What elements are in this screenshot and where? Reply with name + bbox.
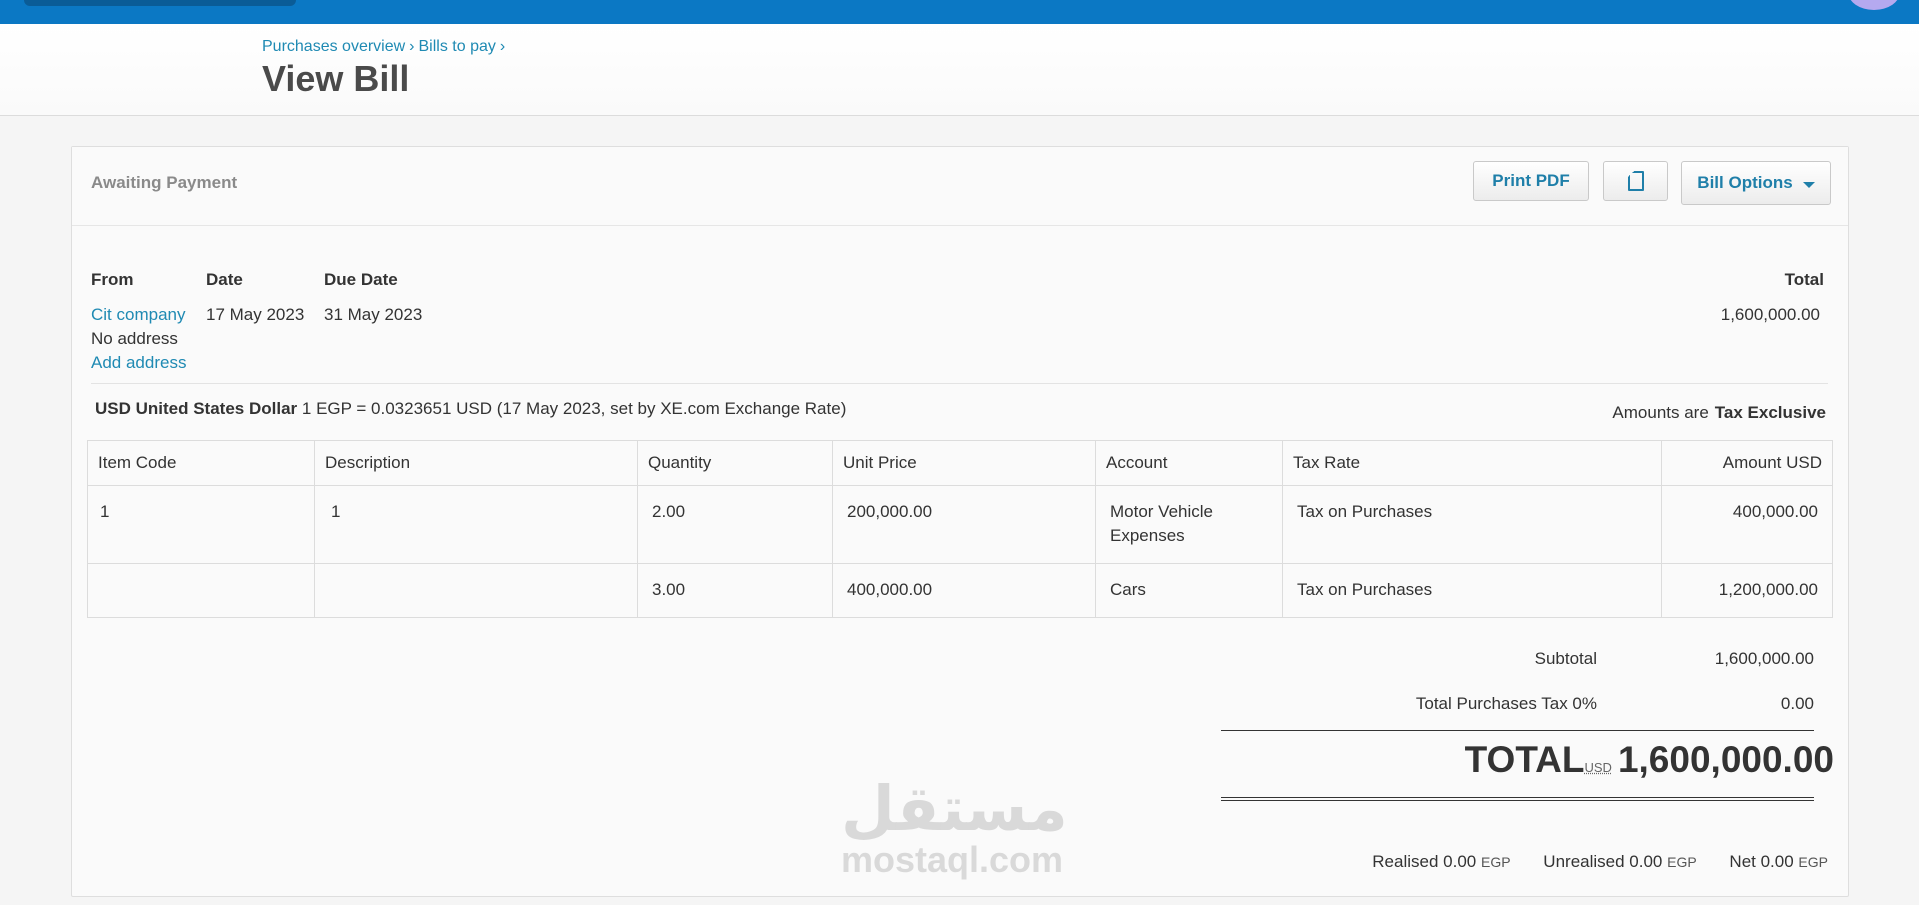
breadcrumb: Purchases overview › Bills to pay ›: [262, 38, 509, 56]
breadcrumb-separator: ›: [499, 38, 506, 55]
due-date-label: Due Date: [324, 270, 398, 289]
search-box[interactable]: [24, 0, 296, 6]
table-header-row: Item Code Description Quantity Unit Pric…: [87, 440, 1833, 486]
unrealised-label: Unrealised 0.00: [1543, 852, 1663, 871]
header-total: 1,600,000.00: [1720, 305, 1820, 324]
col-unit-price: Unit Price: [832, 440, 1096, 486]
line-items-table: Item Code Description Quantity Unit Pric…: [87, 440, 1833, 618]
tax-label: Total Purchases Tax 0%: [1415, 694, 1597, 713]
cell-account: Cars: [1095, 563, 1283, 618]
date-label: Date: [206, 270, 243, 289]
total-amount: 1,600,000.00: [1617, 739, 1834, 780]
total-currency: USD: [1584, 760, 1612, 775]
bill-card-header: Awaiting Payment Print PDF Bill Options: [72, 147, 1848, 226]
tax-value: 0.00: [1780, 694, 1814, 713]
bill-date: 17 May 2023: [206, 305, 305, 324]
cell-description: [314, 563, 638, 618]
cell-unit-price: 400,000.00: [832, 563, 1096, 618]
cell-quantity: 3.00: [637, 563, 833, 618]
col-quantity: Quantity: [637, 440, 833, 486]
subtotal-label: Subtotal: [1534, 649, 1597, 668]
realised-item: Realised 0.00 EGP: [1372, 852, 1510, 871]
total-word: TOTAL: [1464, 739, 1585, 780]
watermark-latin: mostaql.com: [841, 839, 1064, 880]
due-date: 31 May 2023: [324, 305, 423, 324]
unrealised-currency: EGP: [1667, 854, 1697, 870]
table-row[interactable]: 3.00 400,000.00 Cars Tax on Purchases 1,…: [87, 563, 1833, 618]
cell-tax-rate: Tax on Purchases: [1282, 563, 1662, 618]
print-pdf-button[interactable]: Print PDF: [1473, 161, 1589, 201]
watermark-logo: مستقل mostaql.com: [841, 775, 1068, 880]
exchange-rate: 1 EGP = 0.0323651 USD (17 May 2023, set …: [301, 399, 847, 418]
bill-card: Awaiting Payment Print PDF Bill Options …: [71, 146, 1849, 897]
col-tax-rate: Tax Rate: [1282, 440, 1662, 486]
add-address-link[interactable]: Add address: [91, 353, 186, 373]
cell-description: 1: [314, 485, 638, 564]
net-label: Net 0.00: [1729, 852, 1794, 871]
cell-amount: 1,200,000.00: [1661, 563, 1833, 618]
cell-amount: 400,000.00: [1661, 485, 1833, 564]
cell-item-code: [87, 563, 315, 618]
watermark-arabic: مستقل: [841, 775, 1068, 844]
page-header: Purchases overview › Bills to pay › View Bi…: [0, 24, 1919, 116]
cell-item-code: 1: [87, 485, 315, 564]
caret-down-icon: [1802, 181, 1815, 188]
copy-button[interactable]: [1603, 161, 1668, 201]
net-currency: EGP: [1798, 854, 1828, 870]
contact-link[interactable]: Cit company: [91, 305, 185, 325]
from-label: From: [91, 270, 134, 289]
col-amount: Amount USD: [1661, 440, 1833, 486]
total-double-underline: [1221, 797, 1814, 801]
no-address-text: No address: [91, 329, 178, 348]
subtotal-value: 1,600,000.00: [1714, 649, 1814, 668]
amounts-are-label: Amounts are: [1612, 403, 1709, 422]
cell-account: Motor Vehicle Expenses: [1095, 485, 1283, 564]
amounts-are: Amounts are Tax Exclusive: [1612, 403, 1826, 423]
realised-label: Realised 0.00: [1372, 852, 1477, 871]
grand-total: TOTALUSD 1,600,000.00: [1221, 739, 1834, 781]
col-item-code: Item Code: [87, 440, 315, 486]
status-label: Awaiting Payment: [91, 173, 238, 192]
bill-options-button[interactable]: Bill Options: [1681, 161, 1831, 205]
total-label: Total: [1784, 270, 1824, 289]
realised-currency: EGP: [1480, 854, 1511, 870]
unrealised-item: Unrealised 0.00 EGP: [1543, 852, 1696, 871]
breadcrumb-purchases-overview[interactable]: Purchases overview: [262, 38, 405, 55]
currency-name: USD United States Dollar: [95, 399, 298, 418]
col-account: Account: [1095, 440, 1283, 486]
cell-quantity: 2.00: [637, 485, 833, 564]
amounts-are-value: Tax Exclusive: [1714, 403, 1826, 422]
summary-divider: [1221, 730, 1814, 731]
divider: [91, 383, 1828, 384]
cell-tax-rate: Tax on Purchases: [1282, 485, 1662, 564]
page-title: View Bill: [262, 58, 410, 99]
col-description: Description: [314, 440, 638, 486]
copy-icon: [1627, 171, 1644, 191]
breadcrumb-bills-to-pay[interactable]: Bills to pay: [419, 38, 496, 55]
exchange-footer: Realised 0.00 EGP Unrealised 0.00 EGP Ne…: [1344, 852, 1828, 872]
cell-unit-price: 200,000.00: [832, 485, 1096, 564]
table-row[interactable]: 1 1 2.00 200,000.00 Motor Vehicle Expens…: [87, 485, 1833, 564]
currency-info: USD United States Dollar 1 EGP = 0.03236…: [95, 399, 846, 419]
user-avatar[interactable]: [1848, 0, 1900, 10]
bill-options-label: Bill Options: [1697, 173, 1793, 192]
breadcrumb-separator: ›: [409, 38, 415, 55]
top-navigation-bar: [0, 0, 1919, 24]
net-item: Net 0.00 EGP: [1729, 852, 1828, 871]
